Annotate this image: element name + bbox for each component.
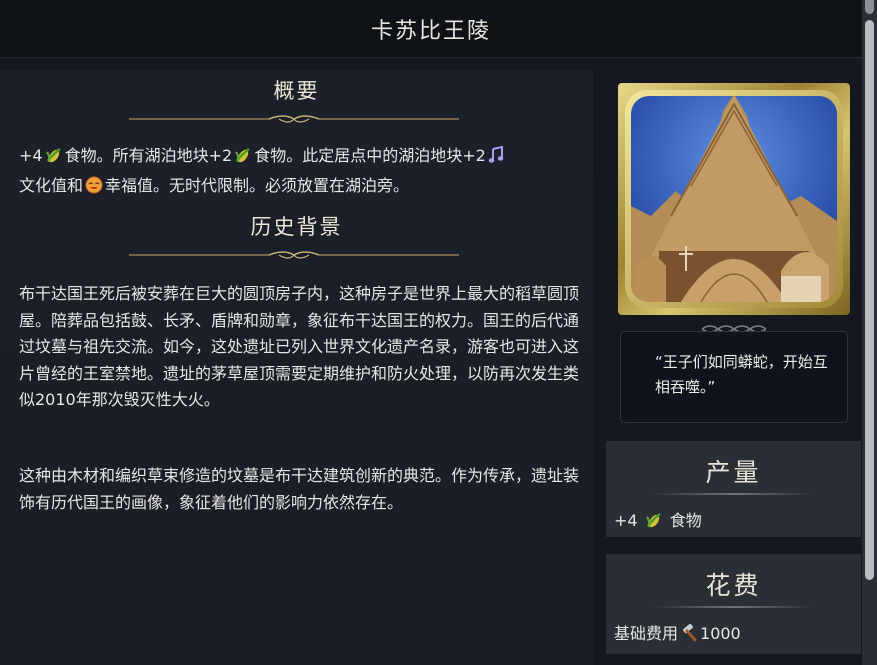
overview-text-b: 食物。所有湖泊地块+2	[64, 146, 233, 165]
cost-amount: 1000	[700, 624, 741, 643]
quote-text: “王子们如同蟒蛇，开始互相吞噬。”	[655, 353, 828, 396]
production-amount: +4	[614, 511, 638, 530]
culture-music-note-icon	[488, 145, 504, 173]
food-icon	[645, 511, 663, 533]
scrollbar-thumb[interactable]	[865, 20, 874, 580]
overview-text-e: 幸福值。无时代限制。必须放置在湖泊旁。	[105, 175, 410, 195]
history-heading: 历史背景	[250, 215, 343, 239]
quote-box: “王子们如同蟒蛇，开始互相吞噬。”	[620, 331, 848, 423]
scrollbar[interactable]	[862, 0, 877, 665]
page-title: 卡苏比王陵	[370, 18, 491, 44]
production-divider	[654, 493, 814, 495]
overview-text-d: 文化值和	[19, 175, 84, 195]
overview-text-c: 食物。此定居点中的湖泊地块+2	[254, 146, 486, 165]
hammer-icon	[680, 623, 698, 646]
cost-divider	[654, 606, 814, 608]
wonder-portrait	[625, 90, 843, 308]
overview-heading: 概要	[273, 79, 320, 103]
cost-panel: 花费 基础费用 1000	[606, 554, 861, 654]
wonder-portrait-frame	[618, 83, 850, 315]
food-icon	[45, 146, 63, 173]
production-heading: 产量	[705, 458, 762, 487]
overview-text: +4 食物。所有湖泊地块+2 食物。此定居点中的湖泊地块+2 文化值和 幸福值。无时代…	[19, 143, 579, 202]
food-icon	[234, 146, 252, 173]
cost-heading: 花费	[705, 571, 762, 600]
production-panel: 产量 +4 食物	[606, 441, 861, 537]
production-resource: 食物	[669, 511, 702, 530]
title-bar: 卡苏比王陵	[0, 0, 862, 58]
history-paragraph-2: 这种由木材和编织草束修造的坟墓是布干达建筑创新的典范。作为传承，遗址装饰有历代国…	[19, 466, 580, 512]
cost-value: 基础费用 1000	[614, 620, 741, 646]
production-value: +4 食物	[614, 507, 702, 533]
cost-label: 基础费用	[614, 624, 679, 643]
history-paragraph-1: 布干达国王死后被安葬在巨大的圆顶房子内，这种房子是世界上最大的稻草圆顶屋。陪葬品…	[19, 284, 580, 409]
history-divider	[129, 251, 459, 259]
overview-text-a: +4	[19, 146, 43, 165]
happiness-face-icon	[85, 176, 103, 203]
overview-divider	[129, 115, 459, 123]
scrollbar-cap	[865, 0, 874, 14]
